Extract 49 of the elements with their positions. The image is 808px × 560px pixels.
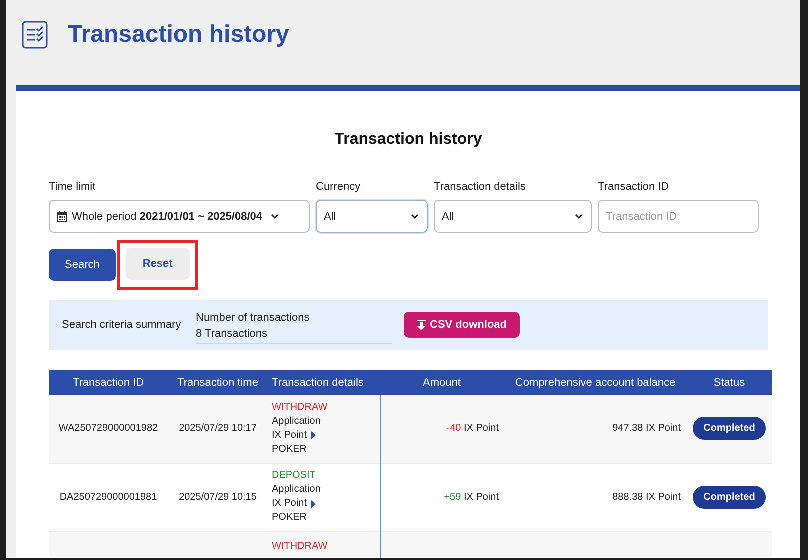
status-badge: Completed [692,486,766,508]
dropdown[interactable]: All [434,200,592,233]
table-cell: WA250729000001982 [49,395,168,463]
detail-text: Application [272,483,321,497]
checklist-icon [22,21,48,49]
column-header: Amount [380,370,504,395]
column-header: Status [687,370,772,395]
detail-text: POKER [272,442,308,457]
caret-right-icon [311,431,316,440]
field-label: Transaction ID [598,181,670,195]
detail-text: IX Point [272,497,308,511]
transaction-type: DEPOSIT [272,469,317,483]
count-label: Number of transactions [196,312,311,324]
download-icon [417,320,426,330]
date-range-select[interactable]: Whole period 2021/01/01 ~ 2025/08/04 [49,200,310,233]
detail-text: IX Point [272,428,308,443]
summary-label: Search criteria summary [62,319,182,331]
column-header: Transaction time [168,370,268,395]
card-title: Transaction history [334,131,484,149]
amount-text: -40 IX Point [446,423,499,434]
caret-right-icon [311,500,316,508]
field-label: Currency [316,181,362,195]
reset-button[interactable]: Reset [126,248,190,280]
status-badge: Completed [692,417,766,440]
table-cell: 947.38 IX Point [504,395,687,463]
detail-text: POKER [272,511,308,525]
dropdown[interactable]: All [316,200,428,233]
chevron-down-icon [574,212,584,221]
transaction-count: 8 Transactions [196,328,269,340]
column-header: Comprehensive account balance [504,370,687,395]
field-label: Time limit [49,181,97,195]
detail-text: Application [272,414,321,429]
column-header: Transaction ID [49,370,168,395]
page-title: Transaction history [68,21,290,49]
search-button[interactable]: Search [49,249,116,281]
transaction-type: WITHDRAW [272,400,329,415]
table-cell: 2025/07/29 10:17 [168,395,268,463]
table-cell: DA250729000001981 [49,463,168,531]
chevron-down-icon [270,212,280,221]
table-cell: 2025/07/29 10:15 [168,463,268,531]
table-cell: 888.38 IX Point [504,463,687,531]
csv-download-button[interactable]: CSV download [404,312,520,338]
input-field[interactable]: Transaction ID [598,200,759,233]
calendar-icon [57,210,68,222]
field-label: Transaction details [434,181,527,195]
chevron-down-icon [410,212,420,221]
transaction-type: WITHDRAW [272,540,329,554]
column-header: Transaction details [268,370,380,395]
amount-text: +59 IX Point [444,492,499,502]
